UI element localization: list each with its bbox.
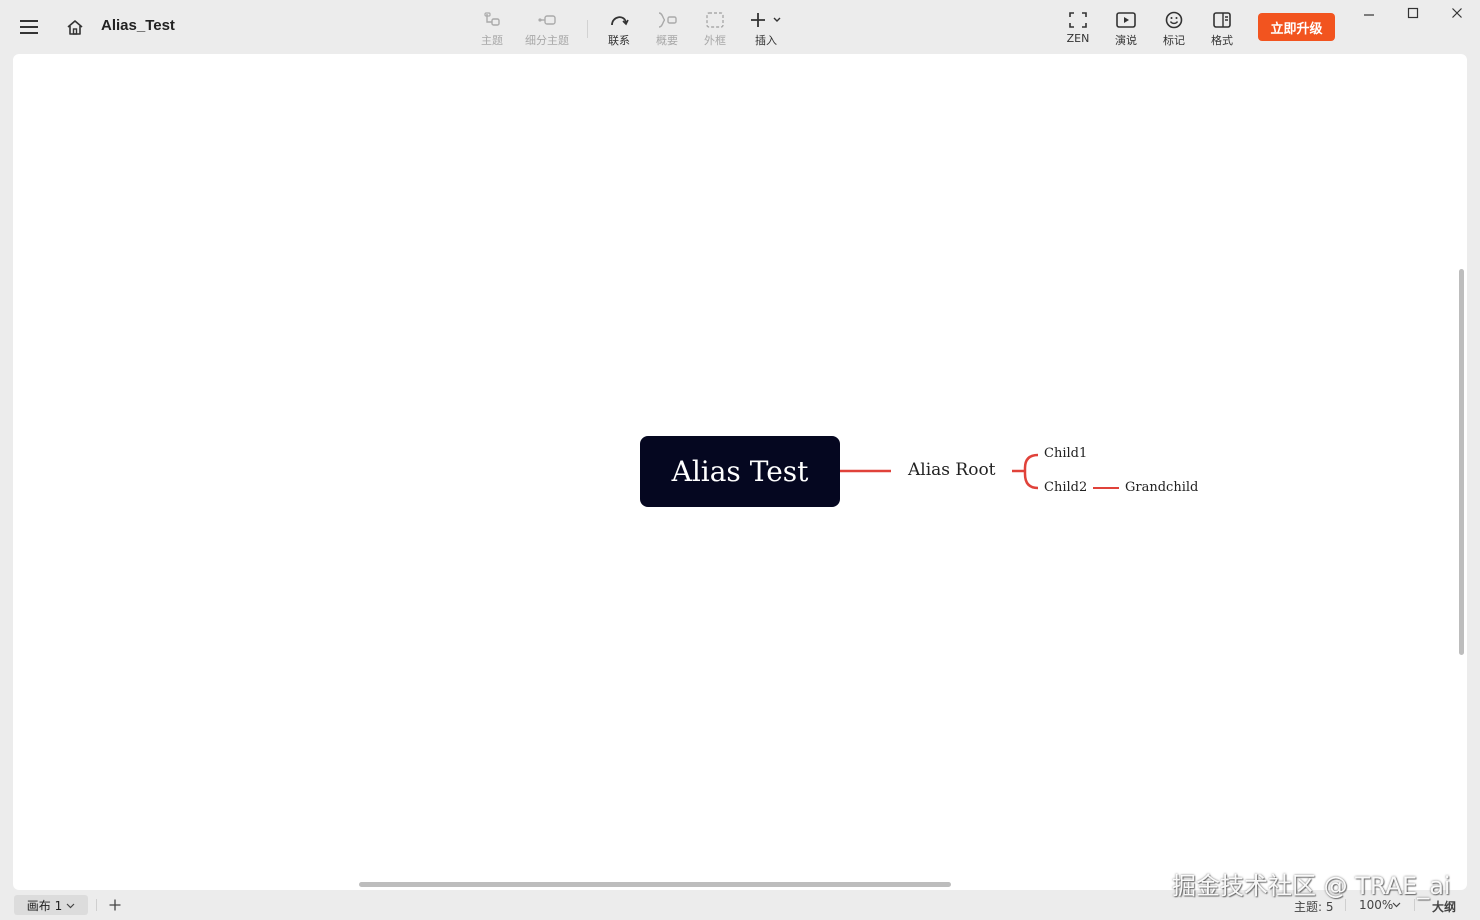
chevron-down-icon bbox=[66, 898, 75, 912]
pitch-label: 演说 bbox=[1115, 34, 1137, 47]
minimize-icon[interactable] bbox=[1353, 3, 1385, 23]
play-icon bbox=[1116, 10, 1136, 30]
summary-button[interactable]: 概要 bbox=[652, 10, 682, 48]
watermark: 掘金技术社区 @ TRAE_ai bbox=[1172, 872, 1451, 900]
subtopic-grandchild[interactable]: Grandchild bbox=[1125, 480, 1198, 495]
main-topic[interactable]: Alias Root bbox=[908, 460, 996, 480]
sheet-label: 画布 1 bbox=[26, 898, 63, 913]
subtopic-icon bbox=[537, 10, 557, 30]
subtopic-button[interactable]: 细分主题 bbox=[522, 10, 572, 48]
horizontal-scrollbar[interactable] bbox=[359, 882, 951, 887]
topic-button[interactable]: 主题 bbox=[478, 10, 506, 48]
subtopic-child1[interactable]: Child1 bbox=[1044, 446, 1087, 461]
topic-label: 主题 bbox=[481, 34, 503, 47]
close-icon[interactable] bbox=[1441, 3, 1473, 23]
summary-icon bbox=[657, 10, 677, 30]
boundary-label: 外框 bbox=[704, 34, 726, 47]
boundary-button[interactable]: 外框 bbox=[700, 10, 730, 48]
smiley-icon bbox=[1165, 10, 1183, 30]
summary-label: 概要 bbox=[656, 34, 678, 47]
zoom-chevron-down-icon[interactable] bbox=[1391, 900, 1401, 910]
maximize-icon[interactable] bbox=[1397, 3, 1429, 23]
subtopic-child2[interactable]: Child2 bbox=[1044, 480, 1087, 495]
relationship-icon bbox=[609, 10, 629, 30]
zen-button[interactable]: ZEN bbox=[1064, 10, 1092, 48]
document-title[interactable]: Alias_Test bbox=[101, 17, 175, 34]
topic-icon bbox=[483, 10, 501, 30]
boundary-icon bbox=[706, 10, 724, 30]
format-button[interactable]: 格式 bbox=[1208, 10, 1236, 48]
mindmap-canvas[interactable]: Alias Test Alias Root Child1 Child2 Gran… bbox=[13, 54, 1467, 890]
status-divider bbox=[96, 899, 97, 911]
marker-label: 标记 bbox=[1163, 34, 1185, 47]
vertical-scrollbar[interactable] bbox=[1459, 269, 1464, 655]
menu-icon[interactable] bbox=[16, 15, 42, 39]
toolbar-divider bbox=[587, 20, 588, 38]
insert-label: 插入 bbox=[755, 34, 777, 47]
format-panel-icon bbox=[1213, 10, 1231, 30]
pitch-button[interactable]: 演说 bbox=[1112, 10, 1140, 48]
relationship-label: 联系 bbox=[608, 34, 630, 47]
fullscreen-icon bbox=[1069, 10, 1087, 30]
insert-button[interactable]: 插入 bbox=[748, 10, 784, 48]
subtopic-label: 细分主题 bbox=[525, 34, 569, 47]
zen-label: ZEN bbox=[1066, 32, 1090, 45]
title-bar: Alias_Test 主题 细分主题 联系 概要 外框 插入 ZEN 演说 标记… bbox=[0, 0, 1480, 54]
central-topic[interactable]: Alias Test bbox=[640, 436, 840, 507]
upgrade-button[interactable]: 立即升级 bbox=[1258, 13, 1335, 41]
marker-button[interactable]: 标记 bbox=[1160, 10, 1188, 48]
insert-icon bbox=[749, 10, 783, 30]
add-sheet-icon[interactable] bbox=[106, 897, 124, 913]
relationship-button[interactable]: 联系 bbox=[604, 10, 634, 48]
format-label: 格式 bbox=[1211, 34, 1233, 47]
sheet-tab[interactable]: 画布 1 bbox=[14, 895, 88, 915]
home-icon[interactable] bbox=[63, 15, 87, 39]
